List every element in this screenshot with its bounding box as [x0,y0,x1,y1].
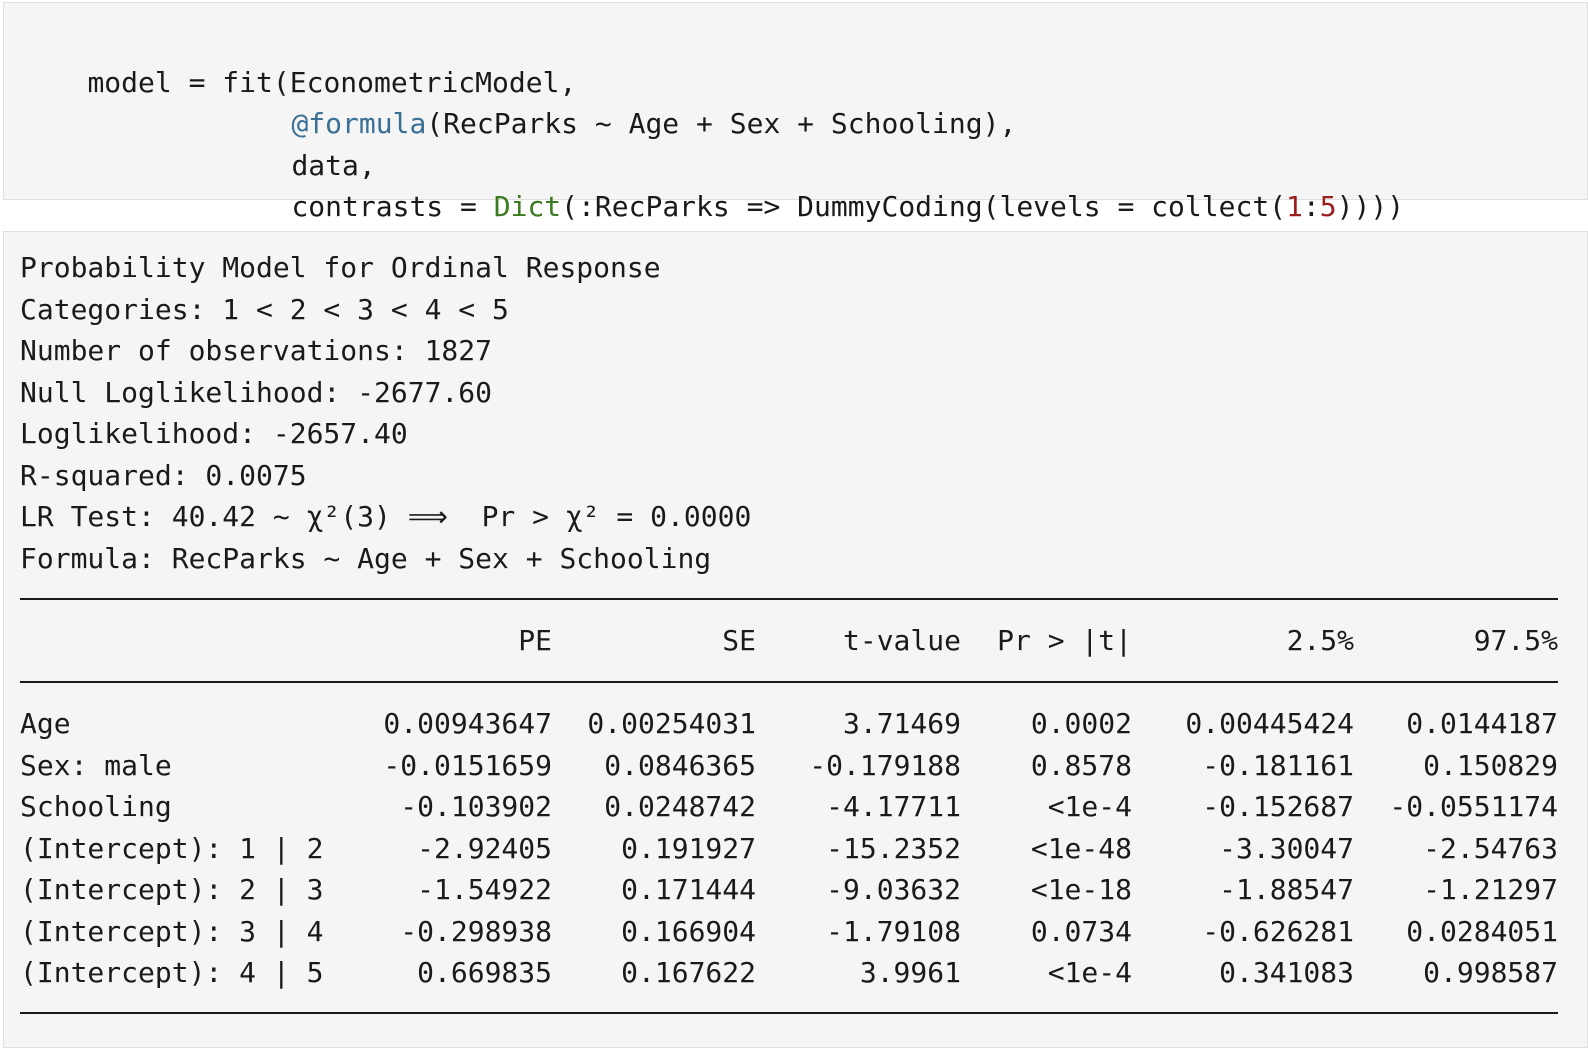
table-row: (Intercept): 3 | 4 -0.298938 0.166904 -1.79… [4,911,1588,953]
row-name: (Intercept): 4 | 5 [20,956,324,989]
output-title: Probability Model for Ordinal Response [20,251,661,284]
row-se: 0.166904 [621,914,756,948]
row-tvalue: -0.179188 [809,748,961,782]
col-header-tvalue: t-value [842,624,961,657]
row-pvalue: <1e-4 [1047,790,1132,823]
row-ci-high: -2.54763 [1423,831,1558,865]
row-tvalue: -15.2352 [826,831,961,865]
row-pe: -0.298938 [400,914,552,948]
row-ci-low: -1.88547 [1219,873,1354,906]
code-input-cell[interactable]: model = fit(EconometricModel, @formula(R… [3,2,1588,223]
col-header-ci-low: 2.5% [1286,624,1354,657]
col-header-ci-high: 97.5% [1473,624,1558,657]
row-ci-low: -3.30047 [1219,831,1354,865]
row-ci-low: -0.626281 [1202,914,1354,948]
row-pvalue: 0.0734 [1030,914,1132,948]
output-nobs: Number of observations: 1827 [20,334,493,367]
code-line-1: model = fit(EconometricModel, [20,20,576,99]
row-pe: 0.00943647 [383,707,552,740]
table-row: Age 0.00943647 0.00254031 3.71469 0.0002 0.00… [4,703,1588,745]
table-row: (Intercept): 4 | 5 0.669835 0.167622 3.9961… [4,952,1588,994]
row-ci-high: 0.0144187 [1406,707,1558,740]
code-line-3: data, [224,103,375,182]
code-line-4-end: )))) [1336,190,1405,223]
row-pvalue: 0.8578 [1030,748,1132,782]
row-name: Schooling [20,790,172,823]
output-rsquared: R-squared: 0.0075 [20,458,307,492]
row-ci-low: 0.341083 [1219,956,1354,989]
col-header-pvalue: Pr > |t| [997,624,1132,657]
table-row: (Intercept): 1 | 2 -2.92405 0.191927 -15.23… [4,828,1588,870]
row-name: Sex: male [20,748,172,782]
table-header-rule [20,681,1558,683]
row-ci-low: -0.152687 [1202,790,1354,823]
row-tvalue: -1.79108 [826,914,961,948]
table-row: Schooling -0.103902 0.0248742 -4.17711 <1e-4… [4,786,1588,828]
range-end-number: 5 [1319,190,1337,223]
row-pvalue: <1e-18 [1030,873,1132,906]
col-header-se: SE [722,624,756,657]
table-row: Sex: male -0.0151659 0.0846365 -0.179188 0.8… [4,745,1588,787]
output-formula: Formula: RecParks ~ Age + Sex + Schoolin… [20,541,712,575]
row-name: (Intercept): 2 | 3 [20,873,324,906]
row-se: 0.171444 [621,873,756,906]
code-line-4-pre: contrasts = [291,190,494,223]
row-pe: -2.92405 [417,831,552,865]
row-name: Age [20,707,71,740]
row-ci-high: -0.0551174 [1389,790,1558,823]
row-pe: -1.54922 [417,873,552,906]
row-ci-high: 0.0284051 [1406,914,1558,948]
row-pe: -0.0151659 [383,748,552,782]
dict-function: Dict [493,190,562,223]
row-pe: -0.103902 [400,790,552,823]
row-tvalue: -9.03632 [826,873,961,906]
row-se: 0.0248742 [604,790,756,823]
row-pvalue: 0.0002 [1030,707,1132,740]
row-ci-high: 0.998587 [1423,956,1558,989]
table-row: (Intercept): 2 | 3 -1.54922 0.171444 -9.036… [4,869,1588,911]
output-cell: Probability Model for Ordinal Response C… [3,231,1588,1048]
output-loglik: Loglikelihood: -2657.40 [20,417,408,450]
row-pe: 0.669835 [417,956,552,989]
row-tvalue: 3.71469 [842,707,961,740]
row-ci-low: -0.181161 [1202,748,1354,782]
output-categories: Categories: 1 < 2 < 3 < 4 < 5 [20,292,509,326]
row-ci-high: 0.150829 [1423,748,1558,782]
row-name: (Intercept): 3 | 4 [20,914,324,948]
code-line-4: contrasts = Dict(:RecParks => DummyCodin… [224,145,1404,223]
code-line-4-mid: (:RecParks => DummyCoding(levels = colle… [561,190,1287,223]
row-pvalue: <1e-4 [1047,956,1132,989]
code-line-2: @formula(RecParks ~ Age + Sex + Schoolin… [224,62,1016,140]
row-name: (Intercept): 1 | 2 [20,831,324,865]
col-header-pe: PE [518,624,552,657]
range-colon: : [1302,190,1320,223]
range-start-number: 1 [1286,190,1303,223]
row-tvalue: -4.17711 [826,790,961,823]
row-pvalue: <1e-48 [1030,831,1132,865]
row-se: 0.167622 [621,956,756,989]
row-se: 0.00254031 [587,707,756,740]
row-se: 0.191927 [621,831,756,865]
output-null-loglik: Null Loglikelihood: -2677.60 [20,375,493,409]
table-header-row: PE SE t-value Pr > |t| 2.5% 97.5% [4,620,1588,662]
table-bottom-rule [20,1012,1558,1014]
table-top-rule [20,598,1558,600]
output-lr-test: LR Test: 40.42 ~ χ²(3) ⟹ Pr > χ² = 0.000… [20,500,752,533]
row-ci-high: -1.21297 [1423,873,1558,906]
row-tvalue: 3.9961 [859,956,961,989]
code-line-2-rest: (RecParks ~ Age + Sex + Schooling), [426,107,1017,140]
row-ci-low: 0.00445424 [1185,707,1354,740]
row-se: 0.0846365 [604,748,756,782]
